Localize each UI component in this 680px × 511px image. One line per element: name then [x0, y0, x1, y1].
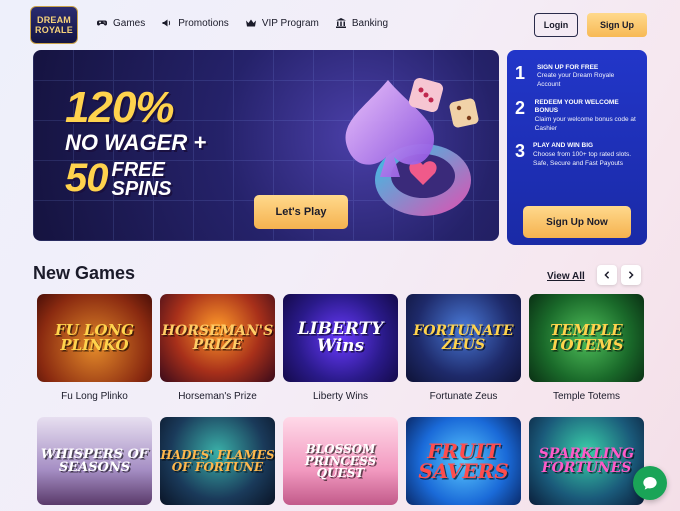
game-title: Temple Totems [552, 391, 621, 402]
game-logo-text: HADES' FLAMES OF FORTUNE [160, 448, 275, 474]
game-thumbnail[interactable]: TEMPLE TOTEMS [529, 294, 644, 382]
step-text: PLAY AND WIN BIG Choose from 100+ top ra… [533, 142, 639, 168]
game-card-horsemans-prize[interactable]: HORSEMAN'S PRIZE Horseman's Prize [160, 294, 275, 402]
nav-vip-program[interactable]: VIP Program [245, 17, 319, 29]
game-thumbnail[interactable]: SPARKLING FORTUNES [529, 417, 644, 505]
megaphone-icon [162, 19, 171, 27]
main-nav: Games Promotions VIP Program Banking [96, 17, 388, 29]
site-header: DREAM ROYALE Games Promotions VIP Progra… [0, 0, 680, 50]
promo-percent: 120% [65, 83, 175, 132]
promo-free-spins: FREE SPINS [111, 160, 172, 200]
step-number: 2 [515, 97, 526, 118]
nav-promotions-label: Promotions [178, 17, 229, 29]
step-number: 1 [515, 63, 526, 83]
game-title: Horseman's Prize [178, 391, 257, 402]
game-logo-text: SPARKLING FORTUNES [538, 446, 635, 476]
game-thumbnail[interactable]: FU LONG PLINKO [37, 294, 152, 382]
step-text: REDEEM YOUR WELCOME BONUS Claim your wel… [535, 99, 639, 133]
step-number: 3 [515, 141, 526, 162]
nav-games-label: Games [113, 17, 146, 29]
next-arrow-button[interactable] [621, 265, 641, 285]
nav-games[interactable]: Games [96, 17, 145, 29]
view-all-link[interactable]: View All [547, 271, 585, 282]
nav-vip-label: VIP Program [261, 17, 319, 29]
game-logo-text: FORTUNATE ZEUS [413, 323, 514, 353]
game-card-sparkling-fortunes[interactable]: SPARKLING FORTUNES [529, 417, 644, 505]
game-card-fu-long-plinko[interactable]: FU LONG PLINKO Fu Long Plinko [37, 294, 152, 402]
nav-banking-label: Banking [351, 17, 389, 29]
game-thumbnail[interactable]: FORTUNATE ZEUS [406, 294, 521, 382]
chevron-left-icon [604, 271, 610, 279]
game-logo-text: HORSEMAN'S PRIZE [161, 323, 274, 353]
game-thumbnail[interactable]: LIBERTY Wins [283, 294, 398, 382]
gamepad-icon [96, 20, 108, 26]
step-item: 2 REDEEM YOUR WELCOME BONUS Claim your w… [515, 99, 639, 133]
game-card-whispers-of-seasons[interactable]: WHISPERS OF SEASONS [37, 417, 152, 505]
hero-banner[interactable]: 120% NO WAGER + 50 FREE SPINS Let's Play [33, 50, 499, 241]
chevron-right-icon [628, 271, 634, 279]
game-card-fortunate-zeus[interactable]: FORTUNATE ZEUS Fortunate Zeus [406, 294, 521, 402]
step-title: REDEEM YOUR WELCOME BONUS [534, 98, 619, 115]
game-card-fruit-savers[interactable]: FRUIT SAVERS [406, 417, 521, 505]
game-logo-text: TEMPLE TOTEMS [549, 321, 624, 354]
nav-banking[interactable]: Banking [335, 17, 388, 29]
game-title: Fu Long Plinko [61, 391, 128, 402]
live-chat-button[interactable] [633, 466, 667, 500]
game-logo-text: FU LONG PLINKO [54, 321, 135, 354]
bank-icon [335, 18, 346, 28]
step-item: 3 PLAY AND WIN BIG Choose from 100+ top … [515, 142, 639, 168]
step-title: PLAY AND WIN BIG [533, 142, 594, 150]
signup-steps-panel: 1 SIGN UP FOR FREE Create your Dream Roy… [507, 50, 647, 245]
promo-no-wager: NO WAGER + [65, 130, 207, 155]
game-title: Fortunate Zeus [429, 391, 498, 402]
game-logo-text: LIBERTY Wins [297, 319, 384, 356]
game-thumbnail[interactable]: WHISPERS OF SEASONS [37, 417, 152, 505]
prev-arrow-button[interactable] [597, 265, 617, 285]
game-thumbnail[interactable]: HADES' FLAMES OF FORTUNE [160, 417, 275, 505]
login-button[interactable]: Login [534, 13, 578, 37]
promo-spins-label: SPINS [111, 178, 172, 200]
game-thumbnail[interactable]: FRUIT SAVERS [406, 417, 521, 505]
header-signup-button[interactable]: Sign Up [587, 13, 647, 37]
new-games-title: New Games [33, 263, 136, 283]
step-text: SIGN UP FOR FREE Create your Dream Royal… [537, 64, 639, 90]
game-card-blossom-princess-quest[interactable]: BLOSSOM PRINCESS QUEST [283, 417, 398, 505]
game-card-hades-flames-of-fortune[interactable]: HADES' FLAMES OF FORTUNE [160, 417, 275, 505]
logo-text-line2: ROYALE [35, 25, 73, 35]
lets-play-button[interactable]: Let's Play [254, 195, 348, 229]
step-description: Choose from 100+ top rated slots. Safe, … [533, 150, 632, 167]
dream-royale-logo[interactable]: DREAM ROYALE [30, 6, 78, 44]
game-title: Liberty Wins [312, 391, 368, 402]
nav-promotions[interactable]: Promotions [161, 17, 229, 29]
game-thumbnail[interactable]: HORSEMAN'S PRIZE [160, 294, 275, 382]
game-card-temple-totems[interactable]: TEMPLE TOTEMS Temple Totems [529, 294, 644, 402]
game-logo-text: WHISPERS OF SEASONS [40, 447, 149, 475]
crown-icon [245, 19, 256, 27]
logo-text-line1: DREAM [37, 15, 71, 25]
step-description: Claim your welcome bonus code at Cashier [534, 115, 636, 132]
step-description: Create your Dream Royale Account [536, 72, 615, 89]
spade-chip-dice-illustration [345, 77, 479, 216]
promo-spin-count: 50 [65, 156, 108, 200]
sign-up-now-button[interactable]: Sign Up Now [523, 206, 631, 238]
game-thumbnail[interactable]: BLOSSOM PRINCESS QUEST [283, 417, 398, 505]
game-logo-text: FRUIT SAVERS [418, 439, 509, 483]
game-logo-text: BLOSSOM PRINCESS QUEST [304, 442, 377, 480]
chat-bubble-icon [643, 477, 657, 490]
step-item: 1 SIGN UP FOR FREE Create your Dream Roy… [515, 64, 639, 90]
step-title: SIGN UP FOR FREE [536, 64, 599, 71]
promo-headline: 120% NO WAGER + 50 FREE SPINS [65, 83, 207, 200]
game-card-liberty-wins[interactable]: LIBERTY Wins Liberty Wins [283, 294, 398, 402]
